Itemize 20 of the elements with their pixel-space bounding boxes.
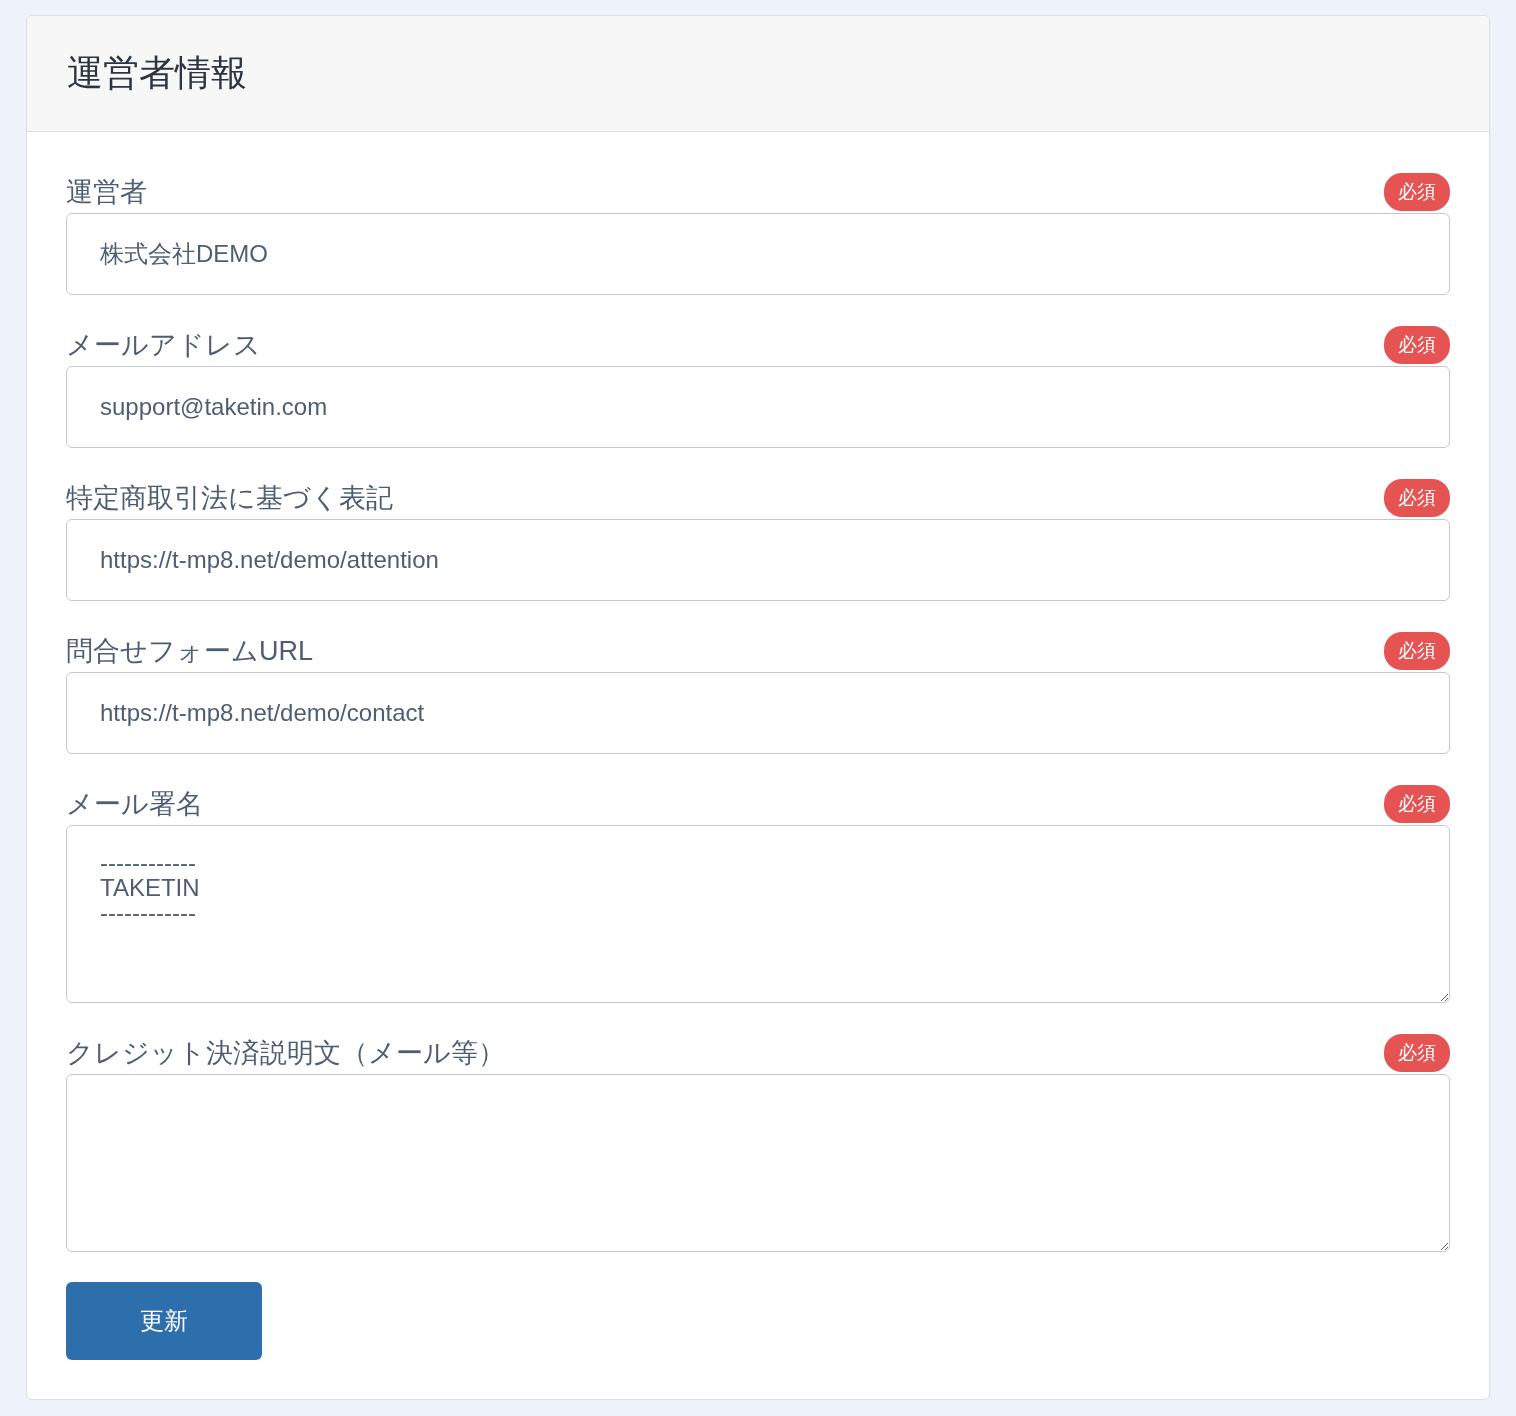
- required-badge: 必須: [1384, 1033, 1450, 1072]
- required-badge: 必須: [1384, 784, 1450, 823]
- input-field[interactable]: support@taketin.com: [66, 366, 1450, 448]
- input-field[interactable]: https://t-mp8.net/demo/contact: [66, 672, 1450, 754]
- field-label: メール署名: [66, 787, 203, 821]
- textarea-field[interactable]: ------------ TAKETIN ------------: [66, 825, 1450, 1003]
- field-label: 特定商取引法に基づく表記: [66, 481, 393, 515]
- input-field[interactable]: 株式会社DEMO: [66, 213, 1450, 295]
- update-button[interactable]: 更新: [66, 1282, 262, 1360]
- required-badge: 必須: [1384, 172, 1450, 211]
- field-label: 運営者: [66, 175, 147, 209]
- field-label: クレジット決済説明文（メール等）: [66, 1036, 505, 1070]
- required-badge: 必須: [1384, 631, 1450, 670]
- required-badge: 必須: [1384, 478, 1450, 517]
- textarea-field[interactable]: [66, 1074, 1450, 1252]
- card-title: 運営者情報: [67, 51, 247, 95]
- field-label: メールアドレス: [66, 328, 261, 362]
- input-field[interactable]: https://t-mp8.net/demo/attention: [66, 519, 1450, 601]
- field-label: 問合せフォームURL: [66, 634, 313, 668]
- required-badge: 必須: [1384, 325, 1450, 364]
